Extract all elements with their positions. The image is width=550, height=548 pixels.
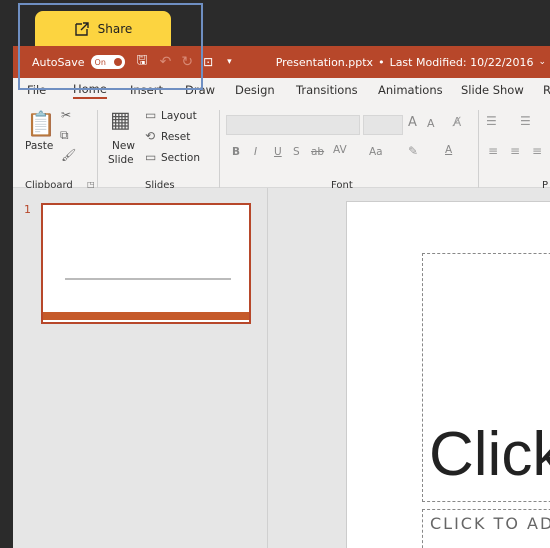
grow-font-button[interactable]: A [408, 115, 417, 130]
chevron-down-icon[interactable]: ⌄ [539, 57, 547, 67]
autosave-state: On [94, 57, 106, 67]
tab-slide-show[interactable]: Slide Show [461, 83, 524, 97]
file-name: Presentation.pptx [275, 55, 374, 69]
layout-icon[interactable]: ▭ [145, 108, 156, 122]
align-center-icon[interactable]: ≡ [510, 144, 520, 158]
customize-qat-icon[interactable]: ▾ [227, 57, 232, 67]
tab-transitions[interactable]: Transitions [296, 83, 358, 97]
thumbnail-accent-bar [43, 312, 249, 320]
share-button[interactable]: Share [35, 11, 171, 47]
copy-icon[interactable]: ⧉ [60, 128, 69, 143]
thumbnail-title-line [65, 278, 231, 280]
italic-button[interactable]: I [254, 146, 257, 158]
share-icon [74, 22, 89, 36]
new-slide-label-2[interactable]: Slide [108, 154, 134, 166]
reset-button[interactable]: Reset [161, 131, 190, 143]
slide-thumbnail[interactable] [41, 203, 251, 324]
tab-insert[interactable]: Insert [130, 83, 163, 97]
title-bar: AutoSave On 🖫 ↶ ↻ ⊡ ▾ Presentation.pptx … [13, 46, 550, 78]
highlight-icon[interactable]: ✎ [408, 144, 418, 158]
paste-icon[interactable]: 📋 [26, 110, 56, 138]
ribbon: 📋 Paste ✂ ⧉ 🖌 Clipboard ◳ ▦ New Slide ▭ … [13, 102, 550, 191]
autosave-label: AutoSave [32, 55, 85, 69]
title-placeholder[interactable]: Click [422, 253, 550, 502]
font-name-select[interactable] [226, 115, 360, 135]
share-label: Share [97, 22, 133, 36]
subtitle-placeholder[interactable]: CLICK TO AD [422, 509, 550, 548]
group-font: Font [331, 180, 353, 191]
save-icon[interactable]: 🖫 [137, 51, 148, 73]
layout-button[interactable]: Layout [161, 110, 197, 122]
tab-review[interactable]: R [543, 83, 550, 97]
thumbnail-pane: 1 [13, 188, 268, 548]
section-icon[interactable]: ▭ [145, 150, 156, 164]
last-modified[interactable]: Last Modified: 10/22/2016 [390, 56, 534, 69]
font-color-button[interactable]: A [445, 144, 452, 156]
bullets-icon[interactable]: ☰ [486, 114, 497, 128]
align-right-icon[interactable]: ≡ [532, 144, 542, 158]
cut-icon[interactable]: ✂ [61, 108, 71, 122]
present-icon[interactable]: ⊡ [203, 55, 213, 69]
ribbon-tabs: File Home Insert Draw Design Transitions… [13, 78, 550, 102]
tab-animations[interactable]: Animations [378, 83, 443, 97]
format-painter-icon[interactable]: 🖌 [61, 148, 76, 162]
underline-button[interactable]: U [274, 146, 282, 158]
strikethrough-button[interactable]: ab [311, 146, 324, 158]
numbering-icon[interactable]: ☰ [520, 114, 531, 128]
tab-draw[interactable]: Draw [185, 83, 215, 97]
shadow-button[interactable]: S [293, 146, 300, 158]
autosave-toggle[interactable]: On [90, 55, 125, 69]
clear-format-icon[interactable]: A̸ [453, 115, 461, 129]
font-size-select[interactable] [363, 115, 403, 135]
slide-number: 1 [24, 203, 31, 216]
new-slide-label[interactable]: New [112, 140, 135, 152]
subtitle-text: CLICK TO AD [430, 514, 550, 533]
bold-button[interactable]: B [232, 146, 240, 158]
tab-design[interactable]: Design [235, 83, 275, 97]
group-paragraph: P [542, 180, 549, 191]
char-spacing-button[interactable]: AV [333, 144, 347, 156]
undo-icon[interactable]: ↶ [160, 54, 172, 70]
shrink-font-button[interactable]: A [427, 117, 435, 130]
title-text: Click [429, 420, 550, 489]
redo-icon[interactable]: ↻ [181, 54, 193, 70]
new-slide-icon[interactable]: ▦ [110, 108, 131, 133]
section-button[interactable]: Section [161, 152, 200, 164]
slide-canvas: Click CLICK TO AD [346, 201, 550, 548]
title-separator: • [378, 55, 385, 69]
tab-file[interactable]: File [27, 83, 46, 97]
powerpoint-window: AutoSave On 🖫 ↶ ↻ ⊡ ▾ Presentation.pptx … [13, 46, 550, 548]
reset-icon[interactable]: ⟲ [145, 129, 155, 143]
align-left-icon[interactable]: ≡ [488, 144, 498, 158]
tab-home[interactable]: Home [73, 82, 107, 99]
paste-button[interactable]: Paste [25, 140, 53, 152]
change-case-button[interactable]: Aa [369, 146, 383, 158]
